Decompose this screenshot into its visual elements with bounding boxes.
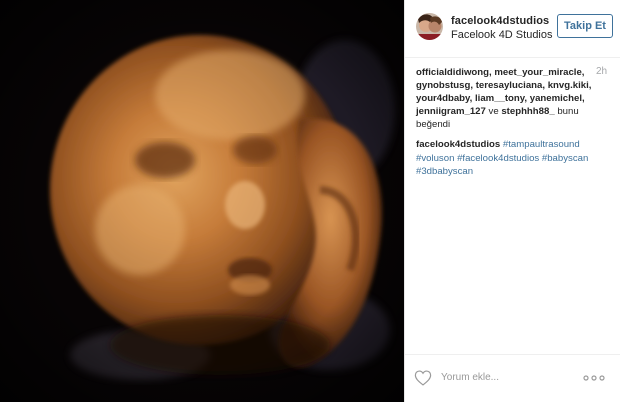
instagram-post: facelook4dstudios Facelook 4D Studios Ta… xyxy=(0,0,620,402)
post-username[interactable]: facelook4dstudios xyxy=(451,15,549,27)
post-location[interactable]: Facelook 4D Studios xyxy=(451,29,553,41)
post-timestamp[interactable]: 2h xyxy=(596,66,607,77)
hashtag[interactable]: #voluson xyxy=(416,153,454,164)
likers-line-1[interactable]: officialdidiwong, meet_your_miracle, xyxy=(416,67,584,78)
likers-line-2[interactable]: gynobstusg, teresayluciana, knvg.kiki, xyxy=(416,80,591,91)
more-options-icon[interactable] xyxy=(583,373,605,383)
caption-username[interactable]: facelook4dstudios xyxy=(416,139,500,150)
avatar[interactable] xyxy=(416,13,443,40)
avatar-image xyxy=(416,13,443,40)
post-caption: facelook4dstudios #tampaultrasound #volu… xyxy=(416,138,614,179)
likers-joiner: ve xyxy=(488,106,499,117)
likes-suffix: bunu xyxy=(557,106,579,117)
hashtag[interactable]: #babyscan xyxy=(542,153,588,164)
comment-input[interactable] xyxy=(441,372,581,383)
liker-last[interactable]: stephhh88_ xyxy=(501,106,554,117)
post-sidebar: facelook4dstudios Facelook 4D Studios Ta… xyxy=(404,0,620,402)
likes-suffix-2: beğendi xyxy=(416,119,451,130)
follow-button[interactable]: Takip Et xyxy=(557,14,613,38)
hashtag[interactable]: #tampaultrasound xyxy=(503,139,580,150)
post-footer xyxy=(405,354,620,402)
ultrasound-image xyxy=(0,0,404,402)
liker-user[interactable]: jenniigram_127 xyxy=(416,106,486,117)
hashtag[interactable]: #3dbabyscan xyxy=(416,166,473,177)
hashtag[interactable]: #facelook4dstudios xyxy=(457,153,539,164)
likers-line-3[interactable]: your4dbaby, liam__tony, yanemichel, xyxy=(416,93,585,104)
heart-outline-icon[interactable] xyxy=(414,370,432,386)
post-image[interactable] xyxy=(0,0,404,402)
post-header: facelook4dstudios Facelook 4D Studios Ta… xyxy=(405,0,620,58)
likes-list: officialdidiwong, meet_your_miracle, gyn… xyxy=(416,66,596,131)
